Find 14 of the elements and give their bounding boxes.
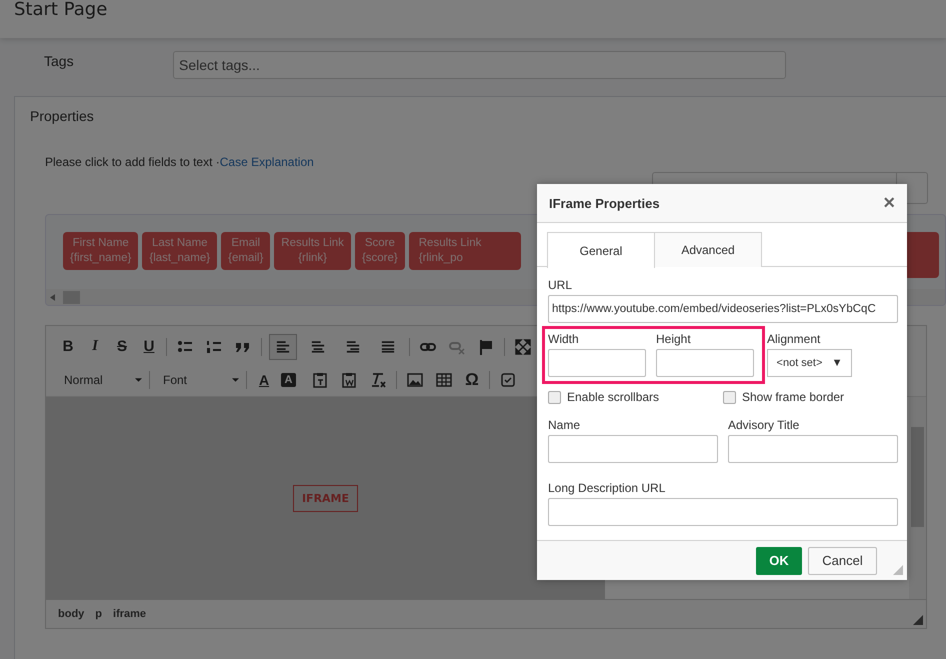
field-label: URL <box>548 278 574 292</box>
field-label: Name <box>548 418 582 432</box>
dialog-title: IFrame Properties <box>549 196 660 210</box>
field-label: Height <box>656 332 692 346</box>
field-label: Long Description URL <box>548 481 666 495</box>
checkbox-label: Show frame border <box>742 390 844 404</box>
tags-label: Tags <box>44 52 75 69</box>
panel-title: Properties <box>30 108 94 124</box>
field-label: Alignment <box>767 332 822 346</box>
field-label: Advisory Title <box>728 418 800 432</box>
hint-text: Please click to add fields to text · <box>45 155 220 169</box>
checkbox-label: Enable scrollbars <box>567 390 660 404</box>
field-label: Width <box>548 332 580 346</box>
page-title: Start Page <box>14 0 108 20</box>
